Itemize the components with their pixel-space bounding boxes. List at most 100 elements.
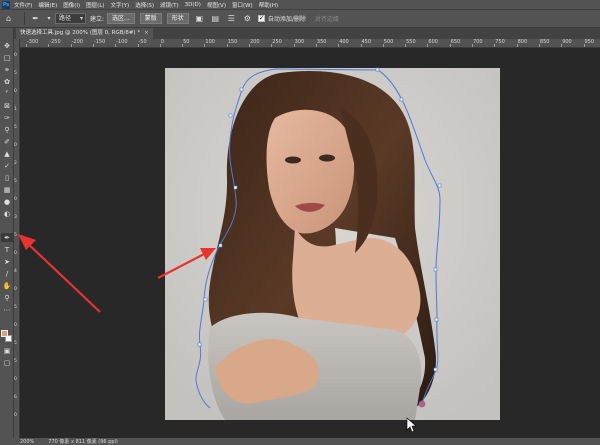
document-size: 770 像素 x 811 像素 (96 ppi)	[48, 439, 118, 445]
ruler-label: 1	[14, 107, 17, 112]
horizontal-ruler: -300 -250 -200 -150 -100 -50 0 50 100 150 200 250 30…	[20, 39, 600, 48]
make-shape-button[interactable]: 形状	[166, 13, 189, 24]
gear-icon[interactable]: ⚙	[242, 13, 253, 24]
blur-tool-icon[interactable]: ●	[1, 197, 13, 206]
menu-file[interactable]: 文件(F)	[14, 1, 32, 9]
marquee-tool-icon[interactable]: □	[1, 53, 13, 62]
move-tool-icon[interactable]: ✥	[1, 41, 13, 50]
ruler-label: 0	[14, 143, 17, 148]
brush-tool-icon[interactable]: ✐	[1, 137, 13, 146]
menu-bar: Ps 文件(F) 编辑(E) 图像(I) 图层(L) 文字(Y) 选择(S) 滤…	[0, 0, 600, 9]
ruler-label: 4	[14, 269, 17, 274]
ruler-label: -200	[71, 39, 83, 45]
menu-help[interactable]: 帮助(H)	[259, 1, 278, 9]
ruler-tick	[293, 44, 295, 47]
ruler-label: 400	[339, 39, 349, 45]
zoom-tool-icon[interactable]: ⚲	[1, 293, 13, 302]
ruler-tick	[271, 44, 273, 47]
ruler-label: 0	[14, 89, 17, 94]
path-operations-icon[interactable]: ▣	[194, 13, 205, 24]
photoshop-logo-icon: Ps	[2, 0, 10, 9]
right-eye	[319, 154, 335, 162]
home-icon[interactable]: ⌂	[3, 13, 14, 24]
ruler-tick	[204, 44, 206, 47]
clone-stamp-tool-icon[interactable]: ▲	[1, 149, 13, 158]
ruler-label: 6	[14, 395, 17, 400]
menu-3d[interactable]: 3D(D)	[185, 2, 201, 8]
screen-mode-icon[interactable]: ▢	[1, 358, 13, 367]
more-tools-icon[interactable]: ⋯	[1, 305, 13, 314]
eyedropper-tool-icon[interactable]: ✑	[1, 113, 13, 122]
ruler-tick	[538, 44, 540, 47]
align-edges-label: 对齐边缘	[314, 16, 339, 23]
path-selection-tool-icon[interactable]: ➤	[1, 257, 13, 266]
pen-tool-preset-icon[interactable]: ✒	[30, 13, 41, 24]
menu-image[interactable]: 图像(I)	[63, 1, 80, 9]
pen-tool-icon[interactable]: ✒	[1, 233, 13, 242]
ruler-tick	[516, 44, 518, 47]
photoshop-window: Ps 文件(F) 编辑(E) 图像(I) 图层(L) 文字(Y) 选择(S) 滤…	[0, 0, 600, 445]
ruler-label: 0	[14, 287, 17, 292]
options-bar: ⌂ ✒ ▾ 路径 建立: 选区... 蒙版 形状 ▣ ▤ ☰ ⚙ 自动添加/删除…	[0, 9, 600, 28]
pen-mode-select[interactable]: 路径	[55, 13, 87, 24]
make-mask-button[interactable]: 蒙版	[139, 13, 162, 24]
document-tab-title: 快速选择工具.jpg @ 200% (图层 0, RGB/8#) *	[20, 30, 141, 36]
crop-tool-icon[interactable]: ⌜	[1, 89, 13, 98]
ruler-label: 650	[450, 39, 461, 45]
auto-add-delete-checkbox[interactable]	[257, 14, 265, 22]
menu-filter[interactable]: 滤镜(T)	[160, 1, 179, 9]
ruler-label: 500	[383, 39, 394, 45]
chevron-down-icon[interactable]: ▾	[46, 13, 52, 24]
quick-selection-tool-icon[interactable]: ✿	[1, 77, 13, 86]
healing-brush-tool-icon[interactable]: ⚲	[1, 125, 13, 134]
ruler-label: -100	[116, 39, 128, 45]
ruler-label: 0	[14, 323, 17, 328]
ruler-tick	[427, 44, 429, 47]
menu-layer[interactable]: 图层(L)	[86, 1, 104, 9]
lasso-tool-icon[interactable]: ⚭	[1, 65, 13, 74]
ruler-tick	[26, 44, 27, 47]
ruler-label: 700	[473, 39, 483, 45]
ruler-label: 450	[361, 39, 372, 45]
ruler-label: 0	[14, 251, 17, 256]
menu-view[interactable]: 视图(V)	[207, 1, 226, 9]
gradient-tool-icon[interactable]: ▦	[1, 185, 13, 194]
type-tool-icon[interactable]: T	[1, 245, 13, 254]
path-arrangement-icon[interactable]: ☰	[226, 13, 237, 24]
ruler-label: 5	[14, 233, 17, 238]
frame-tool-icon[interactable]: ⊠	[1, 101, 13, 110]
ruler-label: -300	[27, 39, 39, 45]
line-tool-icon[interactable]: ∕	[1, 269, 13, 278]
ruler-tick	[583, 44, 585, 47]
hand-tool-icon[interactable]: ✋	[1, 281, 13, 290]
ruler-tick	[70, 44, 72, 47]
ruler-label: -150	[93, 39, 106, 45]
eraser-tool-icon[interactable]: ▯	[1, 173, 13, 182]
make-selection-button[interactable]: 选区...	[107, 13, 135, 24]
ruler-tick	[360, 44, 362, 47]
quick-mask-icon[interactable]: ▣	[1, 346, 13, 355]
dodge-tool-icon[interactable]: ◐	[1, 209, 13, 218]
document-image[interactable]	[165, 68, 500, 420]
make-label: 建立:	[90, 16, 105, 23]
ruler-label: 3	[14, 215, 17, 220]
menu-type[interactable]: 文字(Y)	[111, 1, 130, 9]
ruler-tick	[405, 44, 407, 47]
menu-edit[interactable]: 编辑(E)	[38, 1, 57, 9]
path-alignment-icon[interactable]: ▤	[210, 13, 221, 24]
ruler-tick	[494, 44, 496, 47]
status-bar: 200% 770 像素 x 811 像素 (96 ppi)	[0, 438, 600, 445]
history-brush-tool-icon[interactable]: ✓	[1, 161, 13, 170]
ruler-label: 300	[294, 39, 305, 45]
menu-select[interactable]: 选择(S)	[135, 1, 154, 9]
auto-add-delete-label: 自动添加/删除	[267, 16, 306, 23]
ruler-label: 100	[205, 39, 215, 45]
ruler-label: 0	[14, 377, 17, 382]
menu-window[interactable]: 窗口(W)	[232, 1, 253, 9]
canvas-area[interactable]	[20, 48, 600, 438]
foreground-color-swatch[interactable]	[1, 330, 8, 337]
close-icon[interactable]: ×	[144, 30, 149, 36]
ruler-label: 5	[14, 125, 17, 130]
document-tab[interactable]: 快速选择工具.jpg @ 200% (图层 0, RGB/8#) * ×	[16, 28, 153, 39]
zoom-level[interactable]: 200%	[20, 439, 34, 445]
